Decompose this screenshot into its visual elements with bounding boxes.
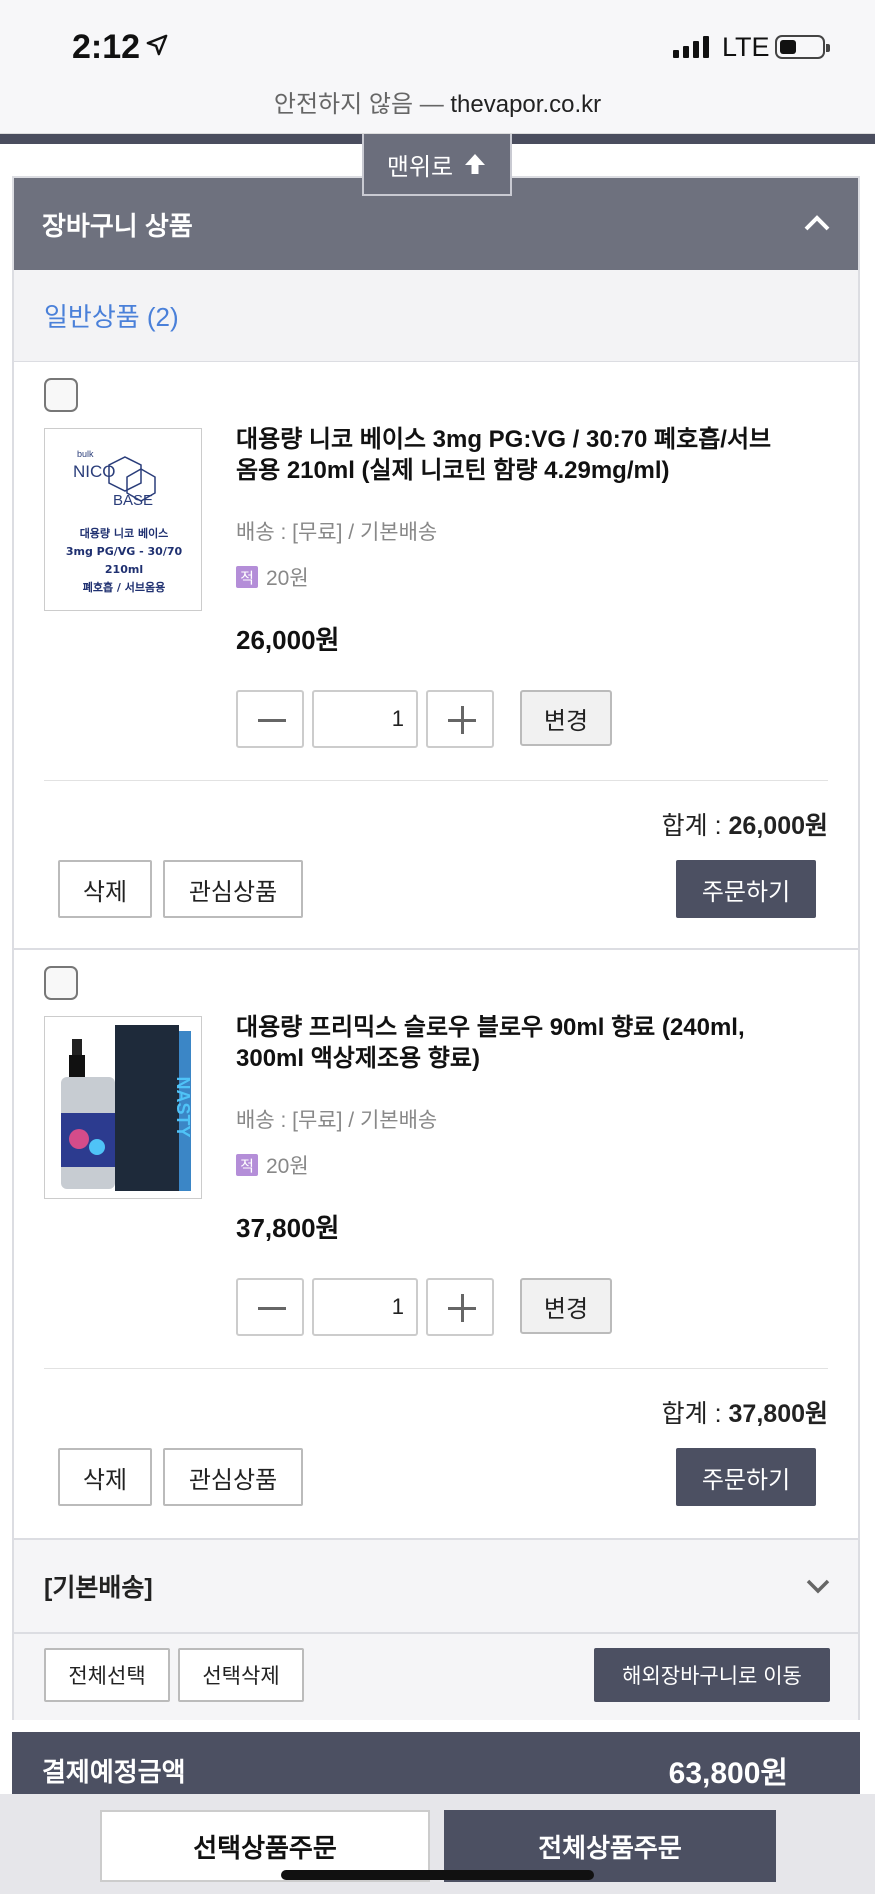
signal-icon (673, 34, 709, 58)
location-arrow-icon (146, 34, 168, 56)
minus-icon (258, 1307, 286, 1310)
product-image: bulk NICO BASE 대용량 니코 베이스 3mg PG/VG - 30… (44, 428, 202, 611)
address-bar[interactable]: 안전하지 않음 — thevapor.co.kr (0, 84, 875, 119)
decrease-button[interactable] (236, 690, 304, 748)
delete-button[interactable]: 삭제 (58, 860, 152, 918)
increase-button[interactable] (426, 690, 494, 748)
payment-summary: 결제예정금액 63,800원 (12, 1732, 860, 1802)
payment-amount: 63,800원 (668, 1757, 788, 1790)
item-total: 합계 : 37,800원 (662, 1394, 828, 1430)
product-name-line2: 옴용 210ml (실제 니코틴 함량 4.29mg/ml) (236, 457, 670, 484)
thumb-box-brand: NASTY (173, 1076, 193, 1137)
shipping-group-header[interactable]: [기본배송] (14, 1540, 858, 1634)
wishlist-button[interactable]: 관심상품 (163, 860, 303, 918)
bottom-order-bar: 선택상품주문 전체상품주문 (0, 1794, 875, 1894)
group-label: 일반상품 (2) (14, 270, 858, 362)
product-name-line2: 300ml 액상제조용 향료) (236, 1045, 480, 1072)
points-badge: 적 (236, 566, 258, 588)
quantity-input[interactable]: 1 (312, 1278, 418, 1336)
increase-button[interactable] (426, 1278, 494, 1336)
points-badge: 적 (236, 1154, 258, 1176)
scroll-top-label: 맨위로 (386, 153, 454, 181)
product-image: NASTY (44, 1016, 202, 1199)
battery-icon (775, 35, 830, 59)
status-time: 2:12 (72, 28, 141, 66)
change-button[interactable]: 변경 (520, 690, 612, 746)
item-total-label: 합계 : (661, 1400, 722, 1428)
shipping-info: 배송 : [무료] / 기본배송 (236, 1109, 438, 1132)
network-type: LTE (722, 32, 770, 62)
product-name[interactable]: 대용량 니코 베이스 3mg PG:VG / 30:70 폐호흡/서브 옴용 2… (236, 424, 836, 486)
status-bar: 2:12 LTE 안전하지 않음 — thevapor.co.kr (0, 0, 875, 134)
decrease-button[interactable] (236, 1278, 304, 1336)
product-name-line1: 대용량 니코 베이스 3mg PG:VG / 30:70 폐호흡/서브 (236, 426, 772, 453)
product-name[interactable]: 대용량 프리믹스 슬로우 블로우 90ml 향료 (240ml, 300ml 액… (236, 1012, 836, 1074)
product-price: 26,000원 (236, 625, 340, 655)
thumb-brand-small: bulk (77, 449, 94, 459)
item-total-value: 37,800원 (728, 1400, 828, 1428)
arrow-up-icon (465, 154, 486, 174)
item-total: 합계 : 26,000원 (662, 806, 828, 842)
item-divider (44, 780, 828, 781)
change-button[interactable]: 변경 (520, 1278, 612, 1334)
select-all-button[interactable]: 전체선택 (44, 1648, 170, 1702)
thumb-line1: 대용량 니코 베이스 (80, 526, 169, 540)
product-price: 37,800원 (236, 1213, 340, 1243)
shipping-group-label: [기본배송] (44, 1574, 153, 1602)
cart-actions: 전체선택 선택삭제 해외장바구니로 이동 (14, 1634, 858, 1720)
item-checkbox[interactable] (44, 378, 78, 412)
points-info: 적 20원 (236, 1150, 309, 1180)
domain-text: thevapor.co.kr (450, 91, 602, 118)
points-value: 20원 (266, 567, 309, 590)
home-indicator (281, 1870, 594, 1880)
product-name-line1: 대용량 프리믹스 슬로우 블로우 90ml 향료 (240ml, (236, 1014, 745, 1041)
cart-item: NASTY 대용량 프리믹스 슬로우 블로우 90ml 향료 (240ml, 3… (14, 950, 858, 1540)
item-divider (44, 1368, 828, 1369)
chevron-down-icon[interactable] (804, 1572, 832, 1600)
cart-item: bulk NICO BASE 대용량 니코 베이스 3mg PG/VG - 30… (14, 362, 858, 950)
move-overseas-button[interactable]: 해외장바구니로 이동 (594, 1648, 830, 1702)
delete-button[interactable]: 삭제 (58, 1448, 152, 1506)
order-item-button[interactable]: 주문하기 (676, 1448, 816, 1506)
cart-title: 장바구니 상품 (42, 210, 193, 241)
scroll-top-button[interactable]: 맨위로 (362, 134, 512, 196)
payment-label: 결제예정금액 (42, 1757, 186, 1787)
quantity-input[interactable]: 1 (312, 690, 418, 748)
delete-selected-button[interactable]: 선택삭제 (178, 1648, 304, 1702)
shipping-info: 배송 : [무료] / 기본배송 (236, 521, 438, 544)
thumb-brand-base: BASE (113, 492, 153, 509)
thumb-line4: 폐호흡 / 서브옴용 (83, 580, 166, 594)
points-info: 적 20원 (236, 562, 309, 592)
item-total-label: 합계 : (661, 812, 722, 840)
security-label: 안전하지 않음 — (273, 91, 444, 118)
item-checkbox[interactable] (44, 966, 78, 1000)
chevron-up-icon[interactable] (802, 208, 832, 238)
points-value: 20원 (266, 1155, 309, 1178)
minus-icon (258, 719, 286, 722)
thumb-line3: 210ml (105, 563, 143, 576)
thumb-line2: 3mg PG/VG - 30/70 (66, 545, 183, 558)
cart-section: 장바구니 상품 일반상품 (2) bulk NICO BASE 대용량 니코 베… (12, 176, 860, 1720)
wishlist-button[interactable]: 관심상품 (163, 1448, 303, 1506)
order-item-button[interactable]: 주문하기 (676, 860, 816, 918)
item-total-value: 26,000원 (728, 812, 828, 840)
